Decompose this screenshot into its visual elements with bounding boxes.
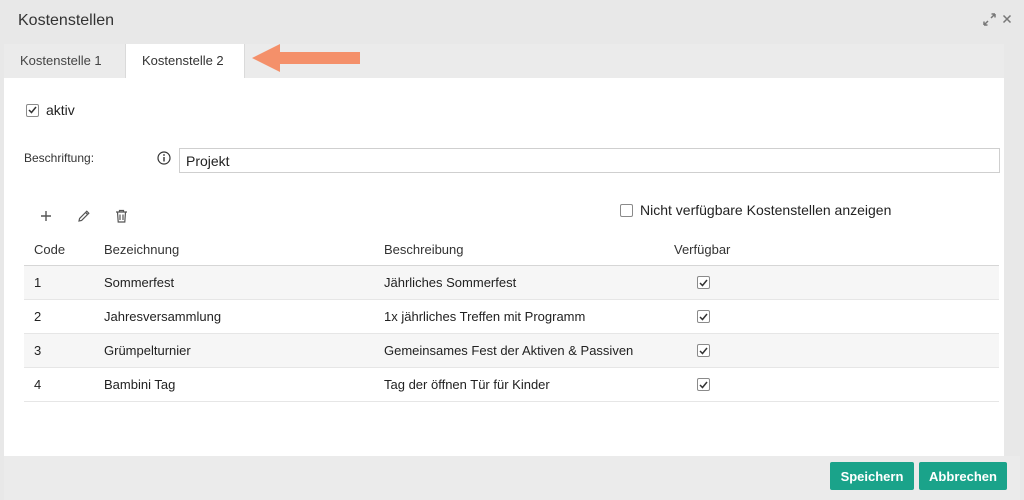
table-header-row: Code Bezeichnung Beschreibung Verfügbar (24, 234, 999, 266)
verfuegbar-checkbox[interactable] (697, 344, 710, 357)
table-row[interactable]: 3 Grümpelturnier Gemeinsames Fest der Ak… (24, 334, 999, 368)
cell-code: 2 (34, 309, 42, 324)
tab-kostenstelle-2[interactable]: Kostenstelle 2 (126, 44, 245, 78)
trash-icon (115, 209, 127, 223)
delete-button[interactable] (111, 206, 131, 226)
cell-verfuegbar (697, 368, 710, 401)
checkmark-icon (699, 279, 708, 287)
verfuegbar-checkbox[interactable] (697, 276, 710, 289)
cell-verfuegbar (697, 266, 710, 299)
column-header-verfuegbar[interactable]: Verfügbar (674, 234, 730, 265)
title-bar: Kostenstellen (0, 0, 1024, 44)
cell-code: 3 (34, 343, 42, 358)
column-header-code[interactable]: Code (34, 234, 65, 265)
cell-beschreibung: 1x jährliches Treffen mit Programm (384, 309, 586, 324)
nicht-verfuegbar-filter: Nicht verfügbare Kostenstellen anzeigen (620, 202, 891, 218)
kostenstellen-table: Code Bezeichnung Beschreibung Verfügbar … (24, 234, 999, 402)
close-icon[interactable] (999, 11, 1015, 27)
pencil-icon (78, 210, 90, 222)
cell-code: 1 (34, 275, 42, 290)
cell-beschreibung: Gemeinsames Fest der Aktiven & Passiven (384, 343, 634, 358)
checkmark-icon (699, 313, 708, 321)
checkmark-icon (699, 347, 708, 355)
checkmark-icon (28, 106, 37, 114)
cell-bezeichnung: Bambini Tag (104, 377, 176, 392)
cell-beschreibung: Tag der öffnen Tür für Kinder (384, 377, 550, 392)
aktiv-label: aktiv (46, 102, 75, 118)
cell-bezeichnung: Sommerfest (104, 275, 175, 290)
verfuegbar-checkbox[interactable] (697, 310, 710, 323)
nicht-verfuegbar-label: Nicht verfügbare Kostenstellen anzeigen (640, 202, 892, 218)
annotation-arrow (252, 44, 360, 72)
save-button[interactable]: Speichern (830, 462, 914, 490)
dialog-title: Kostenstellen (18, 12, 115, 29)
checkmark-icon (699, 381, 708, 389)
nicht-verfuegbar-checkbox[interactable] (620, 203, 633, 217)
tab-content: aktiv Beschriftung: Nicht verfügbare Kos… (4, 78, 1004, 456)
cell-verfuegbar (697, 334, 710, 367)
add-button[interactable] (36, 206, 56, 226)
cancel-button[interactable]: Abbrechen (919, 462, 1007, 490)
table-row[interactable]: 1 Sommerfest Jährliches Sommerfest (24, 266, 999, 300)
verfuegbar-checkbox[interactable] (697, 378, 710, 391)
table-row[interactable]: 2 Jahresversammlung 1x jährliches Treffe… (24, 300, 999, 334)
edit-button[interactable] (74, 206, 94, 226)
info-icon[interactable] (157, 151, 171, 170)
aktiv-checkbox[interactable] (26, 103, 39, 117)
cell-bezeichnung: Grümpelturnier (104, 343, 191, 358)
tab-bar: Kostenstelle 1 Kostenstelle 2 (4, 44, 1004, 78)
dialog-footer: Speichern Abbrechen (4, 456, 1020, 500)
cell-beschreibung: Jährliches Sommerfest (384, 275, 517, 290)
column-header-beschreibung[interactable]: Beschreibung (384, 234, 464, 265)
aktiv-checkbox-group: aktiv (26, 102, 75, 118)
dialog-window: Kostenstellen Kostenstelle 1 Kostenstell… (0, 0, 1024, 500)
cell-code: 4 (34, 377, 42, 392)
table-row[interactable]: 4 Bambini Tag Tag der öffnen Tür für Kin… (24, 368, 999, 402)
expand-icon[interactable] (981, 11, 997, 27)
cell-verfuegbar (697, 300, 710, 333)
beschriftung-input[interactable] (179, 148, 1000, 173)
column-header-bezeichnung[interactable]: Bezeichnung (104, 234, 179, 265)
tab-kostenstelle-1[interactable]: Kostenstelle 1 (4, 44, 126, 78)
plus-icon (41, 211, 51, 221)
beschriftung-label: Beschriftung: (24, 151, 95, 165)
cell-bezeichnung: Jahresversammlung (104, 309, 222, 324)
